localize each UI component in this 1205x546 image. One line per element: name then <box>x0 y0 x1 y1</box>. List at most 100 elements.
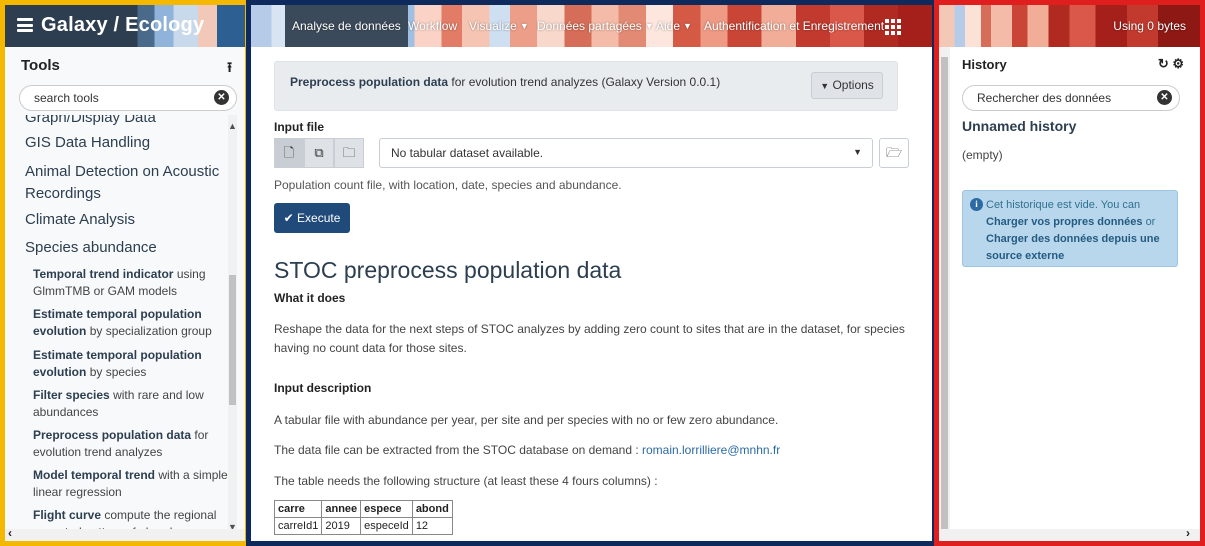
clear-search-icon[interactable]: ✕ <box>1157 90 1172 105</box>
nav-login[interactable]: Authentification et Enregistrement <box>697 5 891 47</box>
extract-text: The data file can be extracted from the … <box>274 441 914 460</box>
tool-title: Preprocess population data for evolution… <box>290 75 720 89</box>
scroll-up-icon[interactable]: ▲ <box>228 121 237 131</box>
tool-desc: by specialization group <box>89 324 212 338</box>
table-header-row: carre annee espece abond <box>273 500 453 518</box>
horizontal-scrollbar[interactable]: ‹ <box>5 526 246 541</box>
input-help: Population count file, with location, da… <box>274 178 622 192</box>
scroll-left-icon[interactable]: ‹ <box>8 526 12 540</box>
history-name[interactable]: Unnamed history <box>962 118 1076 134</box>
tool-title-desc: for evolution trend analyzes (Galaxy Ver… <box>451 75 721 89</box>
tool-name: Filter species <box>33 388 110 402</box>
gear-icon[interactable]: ⚙ <box>1172 56 1184 71</box>
scroll-thumb[interactable] <box>229 275 236 405</box>
tool-name: Preprocess population data <box>33 428 192 442</box>
what-it-does-heading: What it does <box>274 291 346 305</box>
nav-help-label: Aide <box>656 19 681 33</box>
browse-folder-icon[interactable]: 🗁 <box>879 138 909 168</box>
table-header: abond <box>411 500 453 518</box>
upload-data-link[interactable]: Charger vos propres données <box>986 216 1143 228</box>
table-cell: 12 <box>411 517 453 535</box>
history-panel: Using 0 bytes History ↻ ⚙ Rechercher des… <box>939 5 1200 541</box>
upload-icon[interactable]: ⭱ <box>227 57 232 81</box>
search-datasets-placeholder: Rechercher des données <box>977 91 1112 105</box>
tool-panel: Galaxy / Ecology Tools ⭱ search tools ✕ … <box>5 5 246 541</box>
import-data-link[interactable]: Charger des données depuis une source ex… <box>986 233 1160 262</box>
history-scrollbar[interactable] <box>939 47 950 541</box>
tool-name: Flight curve <box>33 508 102 522</box>
chevron-down-icon: ▼ <box>519 21 529 31</box>
tool-form: Preprocess population data for evolution… <box>251 47 921 541</box>
chevron-down-icon: ▼ <box>853 147 862 157</box>
empty-history-info: i Cet historique est vide. You can Charg… <box>962 190 1178 267</box>
tool-title-name: Preprocess population data <box>290 75 449 89</box>
info-icon: i <box>970 198 983 211</box>
tool-name: Model temporal trend <box>33 468 156 482</box>
chevron-down-icon: ▼ <box>683 21 692 31</box>
scroll-right-icon[interactable]: › <box>1186 526 1190 540</box>
dataset-select[interactable]: No tabular dataset available. ▼ <box>379 138 873 168</box>
email-link[interactable]: romain.lorrilliere@mnhn.fr <box>642 443 780 457</box>
category-climate[interactable]: Climate Analysis <box>25 209 135 231</box>
structure-text: The table needs the following structure … <box>274 474 658 488</box>
input-description-heading: Input description <box>274 381 372 395</box>
options-button[interactable]: ▼ Options <box>811 72 883 99</box>
tool-item[interactable]: Filter species with rare and low abundan… <box>33 387 231 421</box>
structure-table: carre annee espece abond carreId1 2019 e… <box>273 500 453 535</box>
tool-item[interactable]: Temporal trend indicator using GlmmTMB o… <box>33 266 231 300</box>
nav-shared-label: Données partagées <box>537 19 642 33</box>
nav-workflow[interactable]: Workflow <box>401 5 464 47</box>
clear-search-icon[interactable]: ✕ <box>214 90 229 105</box>
what-it-does-text: Reshape the data for the next steps of S… <box>274 322 905 355</box>
history-options: ↻ ⚙ <box>1158 56 1184 72</box>
category-gis[interactable]: GIS Data Handling <box>25 132 150 154</box>
category-species[interactable]: Species abundance <box>25 237 157 259</box>
nav-visualize[interactable]: Visualize ▼ <box>462 5 536 47</box>
dataset-select-value: No tabular dataset available. <box>391 146 544 160</box>
info-text: Cet historique est vide. You can <box>986 199 1141 211</box>
help-heading: STOC preprocess population data <box>274 257 622 283</box>
folder-icon[interactable]: 🗀 <box>334 138 364 168</box>
category-animal[interactable]: Animal Detection on Acoustic Recordings <box>25 161 230 205</box>
nav-help[interactable]: Aide ▼ <box>649 5 699 47</box>
execute-label: Execute <box>297 211 341 225</box>
horizontal-scrollbar[interactable]: › <box>939 526 1200 541</box>
center-panel: Analyse de données Workflow Visualize ▼ D… <box>251 5 932 541</box>
table-header: carre <box>273 500 323 518</box>
quota-meter[interactable]: Using 0 bytes <box>1113 19 1186 33</box>
multiple-files-icon[interactable]: ⧉ <box>304 138 334 168</box>
options-label: Options <box>832 78 874 92</box>
apps-grid-icon[interactable] <box>885 19 901 35</box>
tool-item[interactable]: Estimate temporal population evolution b… <box>33 306 231 340</box>
tool-list: Graph/Display Data GIS Data Handling Ani… <box>5 115 237 540</box>
caret-down-icon: ▼ <box>820 81 830 91</box>
history-title: History <box>962 57 1007 72</box>
right-navbar: Using 0 bytes <box>939 5 1200 47</box>
single-file-icon[interactable]: 🗋 <box>274 138 304 168</box>
tool-item[interactable]: Estimate temporal population evolution b… <box>33 347 231 381</box>
nav-visualize-label: Visualize <box>469 19 517 33</box>
table-cell: especeId <box>360 517 413 535</box>
nav-analyse[interactable]: Analyse de données <box>285 5 408 47</box>
execute-button[interactable]: ✔ Execute <box>274 203 350 233</box>
brand-bar[interactable]: Galaxy / Ecology <box>5 5 246 47</box>
search-tools-input[interactable]: search tools ✕ <box>19 85 237 111</box>
info-or: or <box>1145 216 1156 228</box>
table-cell: carreId1 <box>273 517 323 535</box>
tool-item[interactable]: Model temporal trend with a simple linea… <box>33 467 231 501</box>
extract-label: The data file can be extracted from the … <box>274 443 642 457</box>
input-mode-buttons: 🗋 ⧉ 🗀 <box>274 138 364 168</box>
refresh-icon[interactable]: ↻ <box>1158 56 1169 71</box>
search-datasets-input[interactable]: Rechercher des données ✕ <box>962 85 1180 111</box>
scroll-thumb[interactable] <box>941 57 948 532</box>
table-header: espece <box>360 500 413 518</box>
check-icon: ✔ <box>283 211 294 225</box>
brand-title[interactable]: Galaxy / Ecology <box>41 14 204 37</box>
category-graph[interactable]: Graph/Display Data <box>25 115 156 129</box>
table-row: carreId1 2019 especeId 12 <box>273 517 453 535</box>
menu-icon[interactable] <box>17 18 33 32</box>
tool-item[interactable]: Preprocess population data for evolution… <box>33 427 231 461</box>
nav-shared-data[interactable]: Données partagées ▼ <box>530 5 661 47</box>
tool-name: Temporal trend indicator <box>33 267 174 281</box>
tool-list-scrollbar[interactable]: ▲ ▼ <box>228 115 237 540</box>
